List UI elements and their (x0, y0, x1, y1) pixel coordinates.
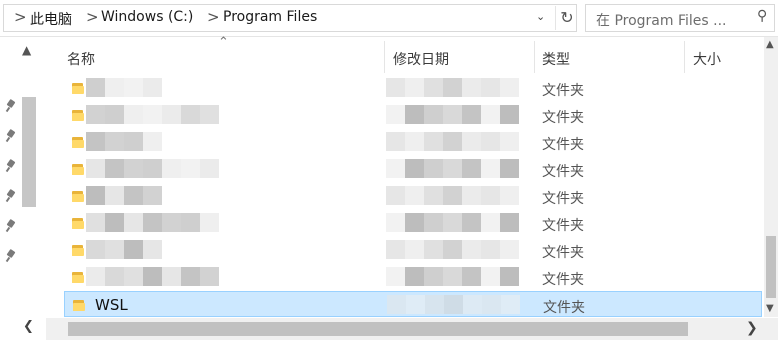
refresh-icon[interactable]: ↻ (555, 6, 578, 30)
column-divider[interactable] (684, 41, 685, 73)
scroll-right-icon[interactable]: ❯ (746, 320, 758, 336)
scrollbar-corner (764, 318, 778, 340)
search-box[interactable]: 在 Program Files ... ⚲ (585, 4, 775, 32)
breadcrumb-program-files[interactable]: Program Files (223, 9, 317, 25)
folder-icon (72, 217, 84, 229)
search-input[interactable]: 在 Program Files ... (596, 10, 727, 30)
file-type: 文件夹 (542, 272, 584, 288)
chevron-right-icon[interactable]: > (86, 8, 99, 26)
file-name: WSL (95, 296, 128, 314)
file-row[interactable]: 文件夹 (64, 183, 762, 209)
horizontal-scrollbar-thumb[interactable] (68, 322, 688, 336)
vertical-scrollbar[interactable]: ▲ ▼ (764, 37, 778, 317)
pin-icon (4, 189, 18, 203)
breadcrumb-this-pc[interactable]: 此电脑 (30, 9, 72, 29)
folder-icon (72, 109, 84, 121)
pin-icon (4, 219, 18, 233)
file-row[interactable]: 文件夹 (64, 237, 762, 263)
file-row[interactable]: WSL 文件夹 (64, 291, 762, 317)
file-row[interactable]: 文件夹 (64, 102, 762, 128)
file-row[interactable]: 文件夹 (64, 75, 762, 101)
file-type: 文件夹 (542, 83, 584, 99)
folder-icon (73, 299, 85, 311)
scroll-left-icon[interactable]: ❮ (23, 319, 34, 334)
scroll-down-icon[interactable]: ▼ (766, 303, 774, 314)
folder-icon (72, 136, 84, 148)
pin-icon (4, 99, 18, 113)
column-header-row: ⌃ 名称 修改日期 类型 大小 (46, 35, 764, 77)
file-type: 文件夹 (542, 137, 584, 153)
file-type: 文件夹 (542, 245, 584, 261)
folder-icon (72, 244, 84, 256)
navigation-pane: ▲ ❮ (0, 37, 46, 340)
folder-icon (72, 163, 84, 175)
breadcrumb-windows-c[interactable]: Windows (C:) (101, 9, 193, 25)
pin-icon (4, 159, 18, 173)
folder-icon (72, 271, 84, 283)
column-header-type[interactable]: 类型 (542, 49, 570, 69)
file-type: 文件夹 (542, 110, 584, 126)
column-divider[interactable] (534, 41, 535, 73)
pin-icon (4, 249, 18, 263)
column-header-modified[interactable]: 修改日期 (393, 49, 449, 69)
chevron-right-icon[interactable]: > (207, 8, 220, 26)
column-header-size[interactable]: 大小 (693, 49, 721, 69)
pin-icon (4, 129, 18, 143)
file-type: 文件夹 (542, 164, 584, 180)
column-header-name[interactable]: 名称 (67, 49, 95, 69)
folder-icon (72, 82, 84, 94)
chevron-right-icon[interactable]: > (14, 8, 27, 26)
nav-scrollbar-thumb[interactable] (22, 97, 36, 207)
file-type: 文件夹 (542, 218, 584, 234)
column-divider[interactable] (384, 41, 385, 73)
file-row[interactable]: 文件夹 (64, 129, 762, 155)
file-type: 文件夹 (542, 191, 584, 207)
vertical-scrollbar-thumb[interactable] (766, 236, 776, 298)
file-row[interactable]: 文件夹 (64, 210, 762, 236)
search-icon[interactable]: ⚲ (757, 8, 767, 24)
scroll-up-icon[interactable]: ▲ (22, 43, 31, 57)
file-row[interactable]: 文件夹 (64, 264, 762, 290)
address-bar-area: > 此电脑 > Windows (C:) > Program Files ⌄ ↻… (0, 0, 778, 37)
scroll-up-icon[interactable]: ▲ (766, 39, 774, 50)
file-type: 文件夹 (543, 300, 585, 316)
horizontal-scrollbar[interactable]: ❯ (46, 318, 764, 340)
file-row[interactable]: 文件夹 (64, 156, 762, 182)
chevron-down-icon[interactable]: ⌄ (536, 10, 545, 23)
sort-ascending-icon: ⌃ (218, 35, 229, 50)
address-bar[interactable]: > 此电脑 > Windows (C:) > Program Files ⌄ ↻ (3, 4, 577, 32)
folder-icon (72, 190, 84, 202)
